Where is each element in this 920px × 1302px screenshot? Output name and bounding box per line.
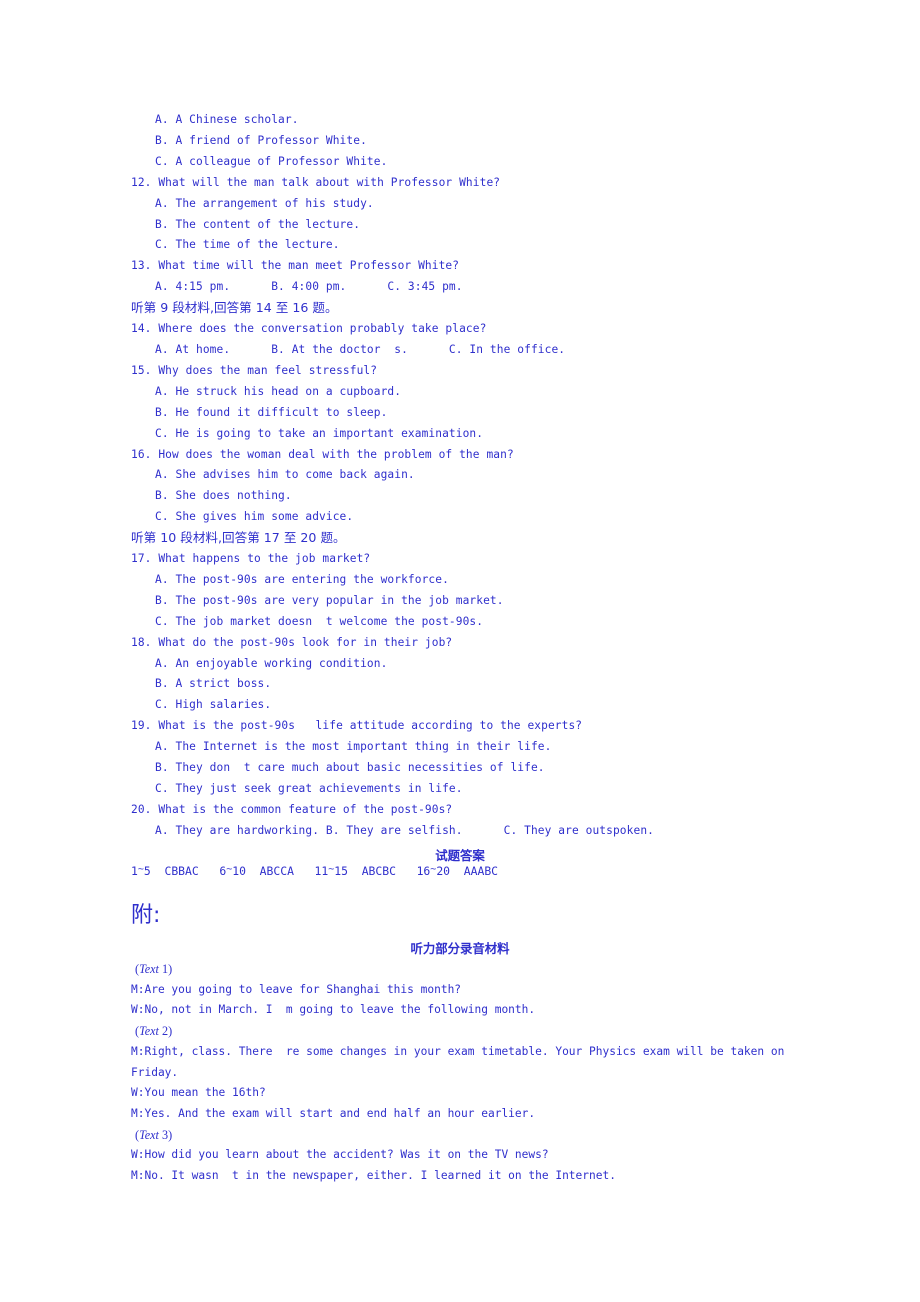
script-dialog-line: W:You mean the 16th? — [131, 1086, 266, 1100]
question-line: 14. Where does the conversation probably… — [131, 322, 487, 336]
answer-option-line: A. The Internet is the most important th… — [155, 740, 552, 754]
question-line: 16. How does the woman deal with the pro… — [131, 447, 514, 461]
question-line: 18. What do the post-90s look for in the… — [131, 635, 453, 649]
section-instruction-cn: 听第 9 段材料,回答第 14 至 16 题。 — [131, 300, 338, 316]
answer-option-line: C. They just seek great achievements in … — [155, 782, 463, 795]
answer-option-line: A. 4:15 pm. B. 4:00 pm. C. 3:45 pm. — [155, 280, 463, 294]
answer-option-line: C. The job market doesn t welcome the po… — [155, 614, 484, 628]
question-line: 13. What time will the man meet Professo… — [131, 259, 460, 273]
script-dialog-line: W:How did you learn about the accident? … — [131, 1148, 549, 1162]
answer-option-line: A. The arrangement of his study. — [155, 196, 374, 210]
answer-option-line: B. He found it difficult to sleep. — [155, 405, 388, 419]
exam-document-page: A. A Chinese scholar. B. A friend of Prof… — [0, 0, 920, 1302]
script-dialog-line: M:Right, class. There re some changes in… — [131, 1044, 792, 1079]
script-text-marker: (Text 3) — [135, 1127, 173, 1142]
answer-option-line: A. He struck his head on a cupboard. — [155, 384, 402, 398]
answer-option-line: A. A Chinese scholar. — [155, 113, 299, 126]
answer-option-line: A. She advises him to come back again. — [155, 468, 415, 482]
answer-option-line: B. The content of the lecture. — [155, 217, 361, 231]
answer-option-line: A. They are hardworking. B. They are sel… — [155, 823, 654, 837]
answer-option-line: B. A friend of Professor White. — [155, 133, 367, 147]
script-dialog-line: M:No. It wasn t in the newspaper, either… — [131, 1169, 616, 1183]
answer-option-line: A. The post-90s are entering the workfor… — [155, 572, 449, 586]
answer-key-line: 1~5 CBBAC 6~10 ABCCA 11~15 ABCBC 16~20 A… — [131, 864, 498, 878]
answer-option-line: B. A strict boss. — [155, 677, 272, 691]
question-line: 20. What is the common feature of the po… — [131, 802, 453, 816]
question-line: 15. Why does the man feel stressful? — [131, 363, 378, 377]
answer-option-line: B. She does nothing. — [155, 489, 292, 503]
answer-option-line: B. They don t care much about basic nece… — [155, 761, 545, 775]
script-dialog-line: W:No, not in March. I m going to leave t… — [131, 1003, 536, 1017]
appendix-label: 附: — [131, 903, 161, 928]
script-dialog-line: M:Are you going to leave for Shanghai th… — [131, 982, 462, 996]
answer-option-line: A. An enjoyable working condition. — [155, 656, 388, 670]
answer-option-line: C. High salaries. — [155, 698, 272, 712]
script-text-marker: (Text 1) — [135, 962, 173, 976]
answer-key-group: 11~15 ABCBC — [314, 864, 417, 879]
answer-option-line: C. The time of the lecture. — [155, 238, 340, 252]
answer-option-line: A. At home. B. At the doctor s. C. In th… — [155, 342, 566, 356]
answer-option-line: C. He is going to take an important exam… — [155, 426, 484, 440]
answer-key-group: 6~10 ABCCA — [219, 864, 315, 879]
section-instruction-cn: 听第 10 段材料,回答第 17 至 20 题。 — [131, 530, 346, 546]
question-line: 19. What is the post-90s life attitude a… — [131, 719, 583, 733]
answer-key-group: 16~20 AAABC — [416, 864, 499, 879]
answer-key-group: 1~5 CBBAC — [131, 864, 220, 879]
audio-script-block: (Text 1) M:Are you going to leave for Sha… — [131, 959, 811, 1187]
answer-option-line: B. The post-90s are very popular in the … — [155, 593, 504, 607]
question-line: 12. What will the man talk about with Pr… — [131, 175, 501, 189]
answer-option-line: C. A colleague of Professor White. — [155, 154, 388, 168]
audio-script-heading: 听力部分录音材料 — [410, 941, 510, 956]
answer-option-line: C. She gives him some advice. — [155, 510, 354, 524]
question-line: 17. What happens to the job market? — [131, 552, 371, 566]
listening-questions-block: A. A Chinese scholar. B. A friend of Prof… — [131, 110, 831, 842]
answers-section-heading: 试题答案 — [435, 848, 485, 863]
script-text-marker: (Text 2) — [135, 1024, 173, 1039]
script-dialog-line: M:Yes. And the exam will start and end h… — [131, 1106, 536, 1120]
